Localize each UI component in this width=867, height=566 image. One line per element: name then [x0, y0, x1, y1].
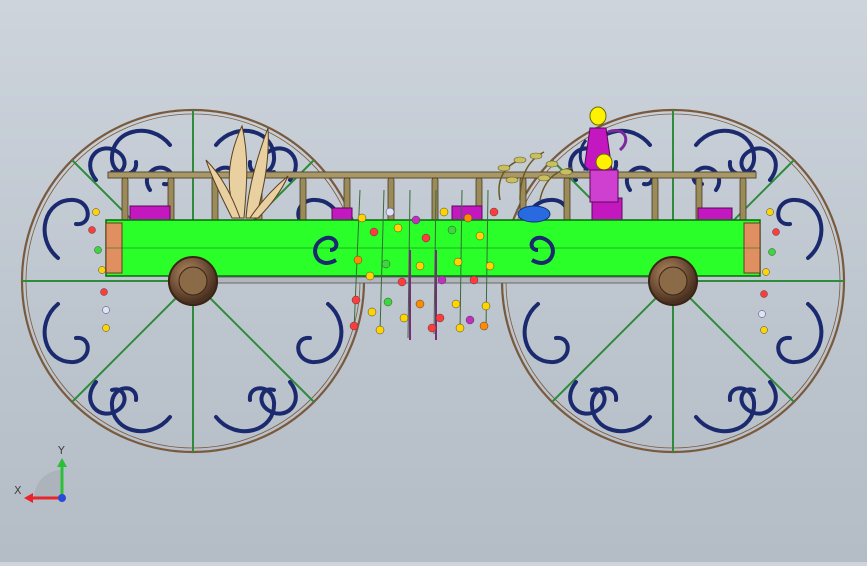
coordinate-triad-icon: Y X [14, 444, 67, 503]
cart-model [20, 106, 846, 454]
right-hub [648, 256, 698, 306]
left-hub [168, 256, 218, 306]
seated-figure [578, 106, 628, 203]
x-axis-label: X [14, 484, 22, 497]
railing [107, 171, 757, 223]
planter-boxes [129, 197, 733, 221]
3d-viewport[interactable]: Y X [0, 0, 867, 562]
y-axis-label: Y [57, 444, 65, 457]
